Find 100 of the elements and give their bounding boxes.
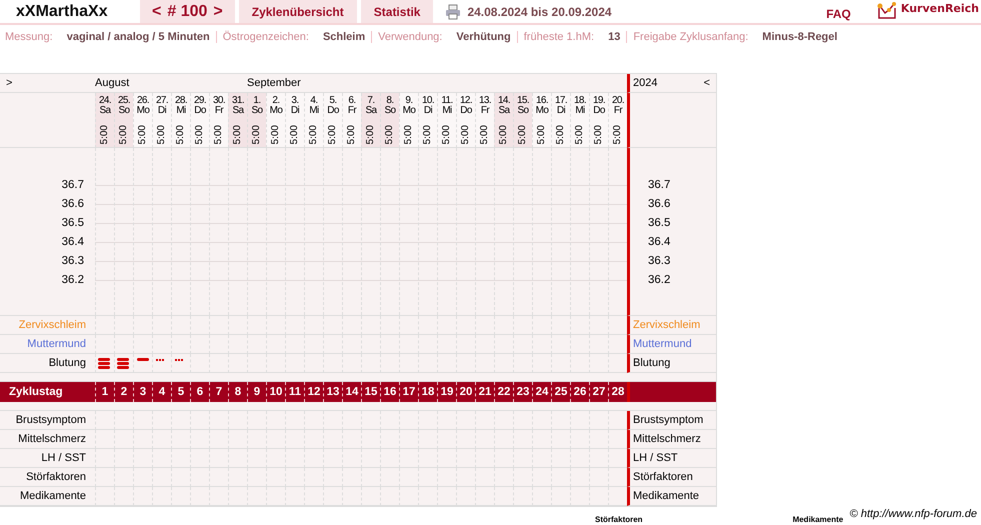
table-cell xyxy=(342,430,361,449)
table-cell xyxy=(456,316,475,335)
table-cell xyxy=(380,335,399,354)
table-cell xyxy=(589,468,608,487)
cycle-day: 8 xyxy=(228,382,247,402)
table-cell xyxy=(285,335,304,354)
table-cell xyxy=(152,430,171,449)
table-cell xyxy=(589,430,608,449)
table-cell xyxy=(190,335,209,354)
table-cell xyxy=(475,354,494,373)
table-cell xyxy=(114,449,133,468)
table-cell xyxy=(570,316,589,335)
row-label: Brustsymptom xyxy=(16,414,86,426)
date-header: 29. Do 5:00 xyxy=(190,93,209,148)
table-cell xyxy=(418,468,437,487)
table-cell xyxy=(456,335,475,354)
table-cell xyxy=(209,316,228,335)
table-cell xyxy=(171,316,190,335)
section-heading: Medikamente xyxy=(792,515,844,524)
copyright: © http://www.nfp-forum.de xyxy=(850,508,977,520)
faq-link[interactable]: FAQ xyxy=(826,7,851,21)
date-header: 12. Do 5:00 xyxy=(456,93,475,148)
table-cell xyxy=(437,354,456,373)
temperature-label: 36.7 xyxy=(62,178,84,193)
row-label: Brustsymptom xyxy=(633,414,704,426)
table-cell xyxy=(475,468,494,487)
table-cell xyxy=(532,335,551,354)
cycle-day: 13 xyxy=(323,382,342,402)
table-cell xyxy=(418,354,437,373)
temperature-label: 36.4 xyxy=(62,235,84,250)
table-cell xyxy=(494,316,513,335)
date-header: 10. Di 5:00 xyxy=(418,93,437,148)
date-header: 30. Fr 5:00 xyxy=(209,93,228,148)
table-cell xyxy=(304,430,323,449)
table-cell xyxy=(475,335,494,354)
table-cell xyxy=(399,449,418,468)
table-cell xyxy=(247,354,266,373)
table-cell xyxy=(266,468,285,487)
expand-button[interactable]: > xyxy=(0,77,18,89)
info-label: Messung: xyxy=(5,31,53,43)
table-cell xyxy=(551,468,570,487)
table-cell xyxy=(494,335,513,354)
temperature-label: 36.6 xyxy=(648,197,670,212)
table-cell xyxy=(342,335,361,354)
date-header: 8. So 5:00 xyxy=(380,93,399,148)
username: xXMarthaXx xyxy=(15,2,109,22)
table-cell xyxy=(380,468,399,487)
cycle-day: 21 xyxy=(475,382,494,402)
table-cell xyxy=(209,354,228,373)
table-cell xyxy=(589,316,608,335)
nav-tab[interactable]: Statistik xyxy=(360,0,434,23)
table-cell xyxy=(513,468,532,487)
table-cell xyxy=(532,449,551,468)
table-cell xyxy=(532,316,551,335)
cycle-day: 14 xyxy=(342,382,361,402)
nav-tab[interactable]: Zyklenübersicht xyxy=(238,0,357,23)
table-cell xyxy=(437,468,456,487)
cycle-day: 26 xyxy=(570,382,589,402)
date-header: 13. Fr 5:00 xyxy=(475,93,494,148)
table-cell xyxy=(513,430,532,449)
date-header: 2. Mo 5:00 xyxy=(266,93,285,148)
table-cell xyxy=(513,449,532,468)
table-cell xyxy=(456,354,475,373)
row-label: Mittelschmerz xyxy=(633,433,701,445)
collapse-button[interactable]: < xyxy=(698,77,716,89)
previous-cycle-button[interactable]: < xyxy=(152,2,162,20)
table-cell xyxy=(380,430,399,449)
table-cell xyxy=(570,468,589,487)
info-value: 13 xyxy=(608,31,620,43)
date-header: 4. Mi 5:00 xyxy=(304,93,323,148)
info-value: Schleim xyxy=(322,31,366,43)
table-cell xyxy=(570,354,589,373)
row-label: Muttermund xyxy=(27,338,86,350)
printer-icon[interactable] xyxy=(445,4,462,20)
table-cell xyxy=(209,468,228,487)
temperature-label: 36.3 xyxy=(62,254,84,269)
table-cell xyxy=(475,316,494,335)
date-header: 14. Sa 5:00 xyxy=(494,93,513,148)
next-cycle-button[interactable]: > xyxy=(213,2,223,20)
table-cell xyxy=(209,335,228,354)
cycle-day: 17 xyxy=(399,382,418,402)
table-cell xyxy=(209,430,228,449)
row-label: Blutung xyxy=(48,357,86,369)
table-cell xyxy=(114,430,133,449)
table-cell xyxy=(133,449,152,468)
month-label: September xyxy=(247,77,301,89)
table-cell xyxy=(418,430,437,449)
table-cell xyxy=(437,316,456,335)
table-cell xyxy=(399,430,418,449)
table-cell xyxy=(570,449,589,468)
date-header: 25. So 5:00 xyxy=(114,93,133,148)
cycle-day: 2 xyxy=(114,382,133,402)
table-cell xyxy=(247,316,266,335)
table-cell xyxy=(304,335,323,354)
table-cell xyxy=(342,449,361,468)
table-cell xyxy=(589,335,608,354)
table-cell xyxy=(323,430,342,449)
table-cell xyxy=(171,449,190,468)
table-cell xyxy=(323,316,342,335)
temperature-label: 36.2 xyxy=(648,273,670,288)
